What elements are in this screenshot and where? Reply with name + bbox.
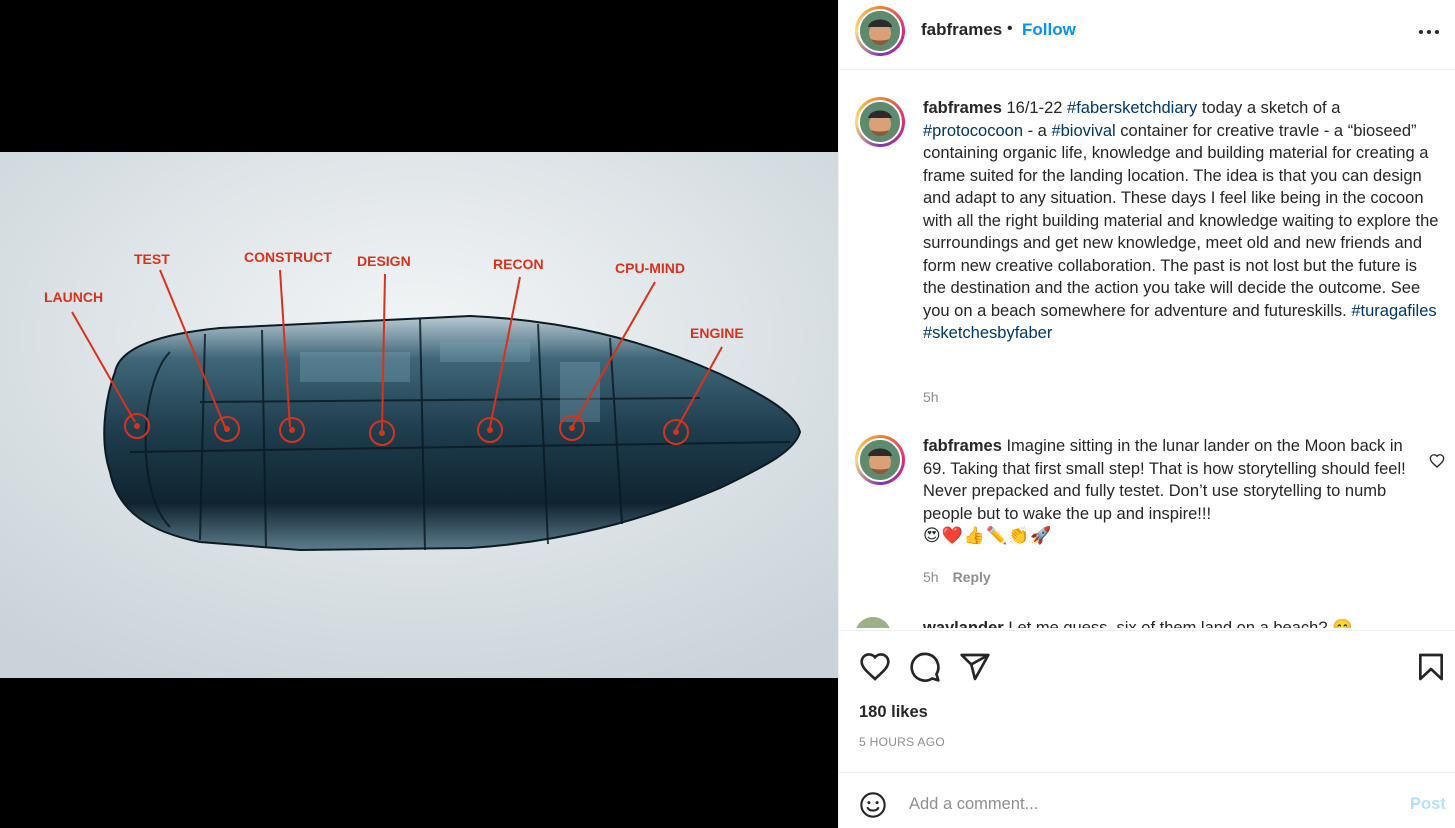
- post-button[interactable]: Post: [1410, 795, 1446, 814]
- label-test: TEST: [134, 251, 170, 267]
- comment-icon[interactable]: [909, 651, 941, 683]
- commenter-avatar[interactable]: [855, 617, 891, 628]
- hashtag-link[interactable]: #sketchesbyfaber: [923, 324, 1052, 342]
- commenter-username[interactable]: waylander: [923, 619, 1004, 628]
- hashtag-link[interactable]: #biovival: [1051, 122, 1115, 140]
- reply-button[interactable]: Reply: [953, 569, 991, 585]
- comment-meta: 5h Reply: [923, 569, 991, 585]
- separator-dot: •: [1007, 20, 1013, 37]
- comment-like-icon[interactable]: [1429, 453, 1445, 469]
- label-recon: RECON: [493, 256, 544, 272]
- follow-button[interactable]: Follow: [1022, 20, 1076, 40]
- caption-segment: container for creative travle - a “biose…: [923, 121, 1439, 320]
- comment-body: Let me guess, six of them land on a beac…: [1008, 619, 1353, 628]
- author-avatar[interactable]: [855, 6, 905, 56]
- caption-text: fabframes 16/1-22 #fabersketchdiary toda…: [923, 97, 1443, 345]
- post-header: fabframes • Follow: [839, 0, 1455, 70]
- add-comment-bar: Post: [839, 772, 1455, 828]
- share-icon[interactable]: [959, 651, 991, 683]
- label-construct: CONSTRUCT: [244, 249, 332, 265]
- likes-count[interactable]: 180 likes: [859, 703, 928, 722]
- comment-input[interactable]: [909, 791, 1369, 817]
- action-bar: 180 likes 5 HOURS AGO: [839, 630, 1455, 760]
- label-engine: ENGINE: [690, 325, 744, 341]
- commenter-avatar[interactable]: [855, 435, 905, 485]
- hashtag-link[interactable]: #turagafiles: [1351, 302, 1436, 320]
- label-cpu-mind: CPU-MIND: [615, 260, 685, 276]
- caption-avatar[interactable]: [855, 97, 905, 147]
- post-photo[interactable]: LAUNCH TEST CONSTRUCT DESIGN RECON CPU-M…: [0, 152, 838, 678]
- caption-segment: - a: [1027, 121, 1047, 140]
- emoji-icon[interactable]: [859, 791, 887, 819]
- post-sidebar: fabframes • Follow fabframes 16/1-22 #fa…: [838, 0, 1455, 828]
- comment-text: waylander Let me guess, six of them land…: [923, 617, 1413, 628]
- commenter-username[interactable]: fabframes: [923, 437, 1002, 455]
- comment-text: fabframes Imagine sitting in the lunar l…: [923, 435, 1413, 548]
- comment-age: 5h: [923, 569, 939, 585]
- caption-segment: today a sketch of a: [1201, 99, 1341, 117]
- comments-list[interactable]: fabframes 16/1-22 #fabersketchdiary toda…: [839, 71, 1455, 628]
- caption-date: 16/1-22: [1006, 99, 1063, 117]
- more-horizontal-icon[interactable]: [1417, 22, 1441, 42]
- comment-emojis: 😍❤️👍✏️👏🚀: [923, 526, 1053, 546]
- heart-icon[interactable]: [859, 651, 891, 683]
- author-username[interactable]: fabframes: [921, 20, 1002, 40]
- hashtag-link[interactable]: #fabersketchdiary: [1067, 99, 1197, 117]
- spaceship-sketch: LAUNCH TEST CONSTRUCT DESIGN RECON CPU-M…: [0, 152, 838, 678]
- caption-username[interactable]: fabframes: [923, 99, 1002, 117]
- caption-age: 5h: [923, 389, 939, 405]
- post-media: LAUNCH TEST CONSTRUCT DESIGN RECON CPU-M…: [0, 0, 838, 828]
- label-launch: LAUNCH: [44, 289, 103, 305]
- post-timestamp: 5 HOURS AGO: [859, 735, 945, 749]
- label-design: DESIGN: [357, 253, 411, 269]
- bookmark-icon[interactable]: [1415, 651, 1447, 683]
- hashtag-link[interactable]: #protococoon: [923, 122, 1023, 140]
